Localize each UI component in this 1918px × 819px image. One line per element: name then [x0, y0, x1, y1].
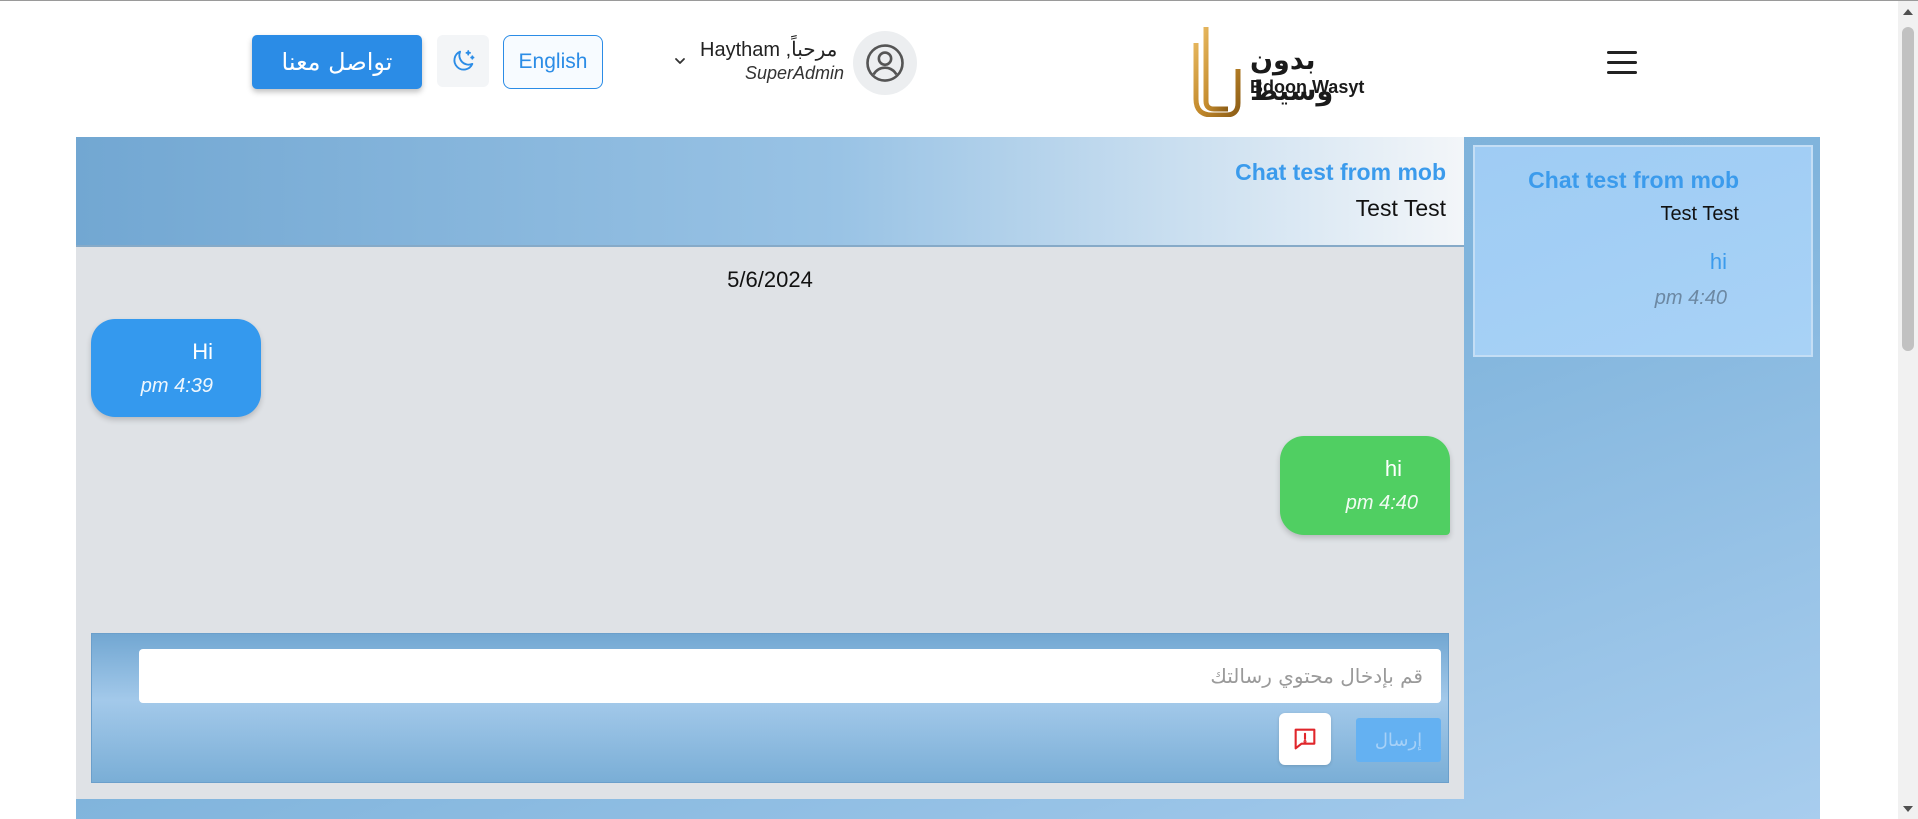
- message-bubble-outgoing: hi pm 4:40: [1280, 436, 1450, 535]
- user-greeting: مرحباً, Haytham: [700, 39, 838, 61]
- scroll-down-arrow[interactable]: [1903, 806, 1913, 812]
- chat-title: Chat test from mob: [1235, 159, 1446, 185]
- scroll-up-arrow[interactable]: [1903, 9, 1913, 15]
- send-button[interactable]: إرسال: [1356, 718, 1441, 762]
- message-text: hi: [1384, 456, 1402, 481]
- theme-toggle-button[interactable]: [437, 35, 489, 87]
- message-input[interactable]: [139, 649, 1441, 703]
- conversation-title: Chat test from mob: [1528, 167, 1739, 193]
- avatar[interactable]: [853, 31, 917, 95]
- user-role: SuperAdmin: [744, 63, 844, 83]
- page-scrollbar[interactable]: [1898, 1, 1918, 819]
- date-separator: 5/6/2024: [727, 267, 813, 292]
- moon-stars-icon: [453, 50, 475, 71]
- hamburger-menu-icon[interactable]: [1607, 51, 1637, 75]
- message-time: pm 4:39: [140, 375, 213, 397]
- chat-subtitle: Test Test: [1355, 195, 1446, 221]
- contact-us-button[interactable]: تواصل معنا: [252, 35, 422, 89]
- report-button[interactable]: [1279, 713, 1331, 765]
- chat-header: Chat test from mob Test Test: [76, 137, 1464, 247]
- conversation-list-item[interactable]: Chat test from mob Test Test hi pm 4:40: [1473, 145, 1813, 357]
- language-switch-button[interactable]: English: [503, 35, 603, 89]
- message-time: pm 4:40: [1345, 492, 1418, 514]
- scrollbar-thumb[interactable]: [1902, 27, 1914, 351]
- conversation-subtitle: Test Test: [1660, 203, 1739, 225]
- conversation-time: pm 4:40: [1654, 287, 1727, 309]
- conversation-last-message: hi: [1709, 249, 1727, 274]
- chat-alert-icon: [1294, 728, 1316, 750]
- message-text: Hi: [192, 339, 213, 364]
- logo-english-text: Bdoon Wasyt: [1250, 77, 1365, 97]
- user-circle-icon: [866, 44, 904, 82]
- chevron-down-icon[interactable]: [672, 53, 688, 69]
- message-bubble-incoming: Hi pm 4:39: [91, 319, 261, 417]
